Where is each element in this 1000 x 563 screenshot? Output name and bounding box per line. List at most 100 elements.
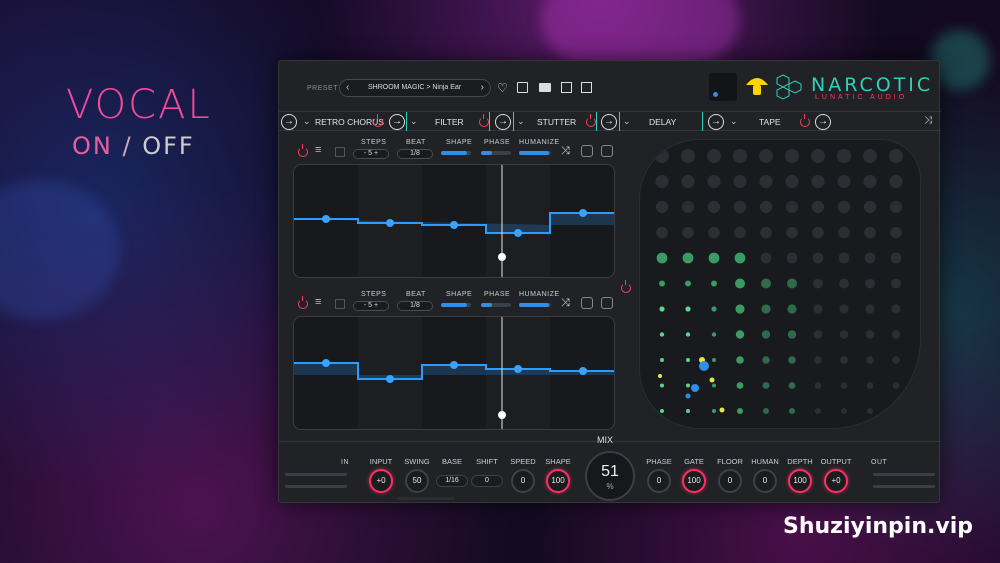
xy-dot — [889, 174, 903, 189]
hexagon-logo-icon — [776, 74, 802, 100]
xy-dot — [660, 383, 664, 388]
slot-filter[interactable]: FILTER — [435, 117, 464, 127]
chain-in-arrow-icon[interactable]: → — [281, 114, 297, 130]
xy-cursor-dot[interactable] — [685, 393, 691, 399]
seq1-double-icon[interactable] — [601, 145, 613, 157]
chain-arrow-1-icon[interactable]: → — [389, 114, 405, 130]
slot-tape[interactable]: TAPE — [759, 117, 781, 127]
knob-depth[interactable]: 100 — [788, 469, 812, 493]
knob-label-floor: FLOOR — [717, 457, 743, 466]
xy-dot — [815, 408, 821, 414]
seq2-step-editor[interactable] — [293, 316, 615, 430]
knob-value-base: 1/16 — [445, 477, 459, 484]
seq2-settings-icon[interactable]: ≡ — [315, 296, 321, 308]
chain-arrow-4-icon[interactable]: → — [708, 114, 724, 130]
seq2-randomize-icon[interactable]: ⤨ — [561, 297, 570, 310]
seq2-steps-stepper[interactable]: - 5 + — [353, 301, 389, 311]
seq1-humanize-fill — [519, 151, 550, 155]
seq2-shape-slider[interactable] — [441, 303, 471, 307]
prev-preset-icon[interactable]: ‹ — [346, 82, 349, 93]
xy-dot — [865, 304, 875, 314]
seq1-shape-slider[interactable] — [441, 151, 471, 155]
slot-stutter[interactable]: STUTTER — [537, 117, 576, 127]
slot3-power-icon[interactable] — [586, 114, 596, 127]
xy-cursor-dot[interactable] — [691, 384, 699, 392]
save-icon[interactable] — [517, 82, 528, 93]
xy-dot — [787, 278, 797, 289]
mushroom-logo-icon — [746, 78, 768, 95]
shuffle-chain-icon[interactable]: ⤨ — [924, 115, 932, 126]
knob-phase[interactable]: 0 — [647, 469, 671, 493]
xy-dot — [814, 356, 822, 364]
preset-selector[interactable]: ‹ SHROOM MAGIC > Ninja Ear › — [339, 79, 491, 97]
chain-arrow-2-icon[interactable]: → — [495, 114, 511, 130]
xy-dot — [712, 383, 716, 388]
xy-pad[interactable] — [639, 139, 921, 429]
seq2-halve-icon[interactable] — [581, 297, 593, 309]
seq1-randomize-icon[interactable]: ⤨ — [561, 145, 570, 158]
xy-dot — [708, 226, 720, 239]
next-preset-icon[interactable]: › — [481, 82, 484, 93]
knob-output[interactable]: +0 — [824, 469, 848, 493]
knob-gate[interactable]: 100 — [682, 469, 706, 493]
knob-floor[interactable]: 0 — [718, 469, 742, 493]
knob-human[interactable]: 0 — [753, 469, 777, 493]
plugin-window: PRESET ‹ SHROOM MAGIC > Ninja Ear › ♡ NA… — [278, 60, 941, 503]
seq2-phase-slider[interactable] — [481, 303, 511, 307]
vocal-on-off: ON / OFF — [72, 132, 195, 160]
seq1-halve-icon[interactable] — [581, 145, 593, 157]
seq2-steps-value: 5 — [368, 302, 373, 309]
watermark: Shuziyinpin.vip — [783, 514, 973, 539]
mix-knob[interactable]: 51 % — [585, 451, 635, 501]
seq1-humanize-slider[interactable] — [519, 151, 551, 155]
slot-delay[interactable]: DELAY — [649, 117, 676, 127]
xy-dot — [733, 174, 747, 189]
xy-dot — [863, 174, 877, 189]
knob-shape[interactable]: 100 — [546, 469, 570, 493]
seq1-power-icon[interactable] — [298, 144, 308, 157]
seq2-beat-select[interactable]: 1/8 — [397, 301, 433, 311]
xy-pad-power-icon[interactable] — [621, 280, 631, 293]
heart-icon[interactable]: ♡ — [497, 81, 508, 95]
knob-shift[interactable]: 0 — [471, 475, 503, 487]
chain-arrow-3-icon[interactable]: → — [601, 114, 617, 130]
xy-dot — [865, 278, 875, 289]
seq1-save-icon[interactable] — [335, 147, 345, 157]
seq1-steps-value: 5 — [368, 150, 373, 157]
seq1-steps-stepper[interactable]: - 5 + — [353, 149, 389, 159]
xy-dot — [655, 174, 669, 189]
seq2-double-icon[interactable] — [601, 297, 613, 309]
xy-dot — [685, 306, 691, 312]
copy-icon[interactable] — [561, 82, 572, 93]
xy-trail-dot — [719, 407, 725, 413]
folder-icon[interactable] — [539, 83, 551, 92]
seq2-save-icon[interactable] — [335, 299, 345, 309]
seq1-step-editor[interactable] — [293, 164, 615, 278]
vocal-title: VOCAL — [66, 82, 212, 128]
knob-base[interactable]: 1/16 — [436, 475, 468, 487]
slot1-power-icon[interactable] — [373, 114, 383, 127]
knob-input[interactable]: +0 — [369, 469, 393, 493]
xy-cursor-dot[interactable] — [699, 361, 709, 371]
xy-dot — [762, 356, 770, 364]
xy-dot — [686, 409, 690, 413]
seq1-phase-slider[interactable] — [481, 151, 511, 155]
seq1-settings-icon[interactable]: ≡ — [315, 144, 321, 156]
xy-dot — [890, 252, 902, 264]
slot5-power-icon[interactable] — [800, 114, 810, 127]
knob-swing[interactable]: 50 — [405, 469, 429, 493]
seq2-power-icon[interactable] — [298, 296, 308, 309]
slot1-chevron-icon[interactable]: ⌄ — [303, 116, 311, 127]
off-text: OFF — [142, 132, 195, 160]
knob-speed[interactable]: 0 — [511, 469, 535, 493]
paste-icon[interactable] — [581, 82, 592, 93]
xy-dot — [840, 356, 848, 364]
seq1-beat-select[interactable]: 1/8 — [397, 149, 433, 159]
seq2-humanize-slider[interactable] — [519, 303, 551, 307]
slot2-power-icon[interactable] — [479, 114, 489, 127]
chain-out-arrow-icon[interactable]: → — [815, 114, 831, 130]
xy-dot — [737, 408, 743, 414]
slot5-chevron-icon[interactable]: ⌄ — [730, 116, 738, 127]
xy-dot — [866, 382, 874, 389]
xy-trail-dot — [658, 374, 662, 378]
